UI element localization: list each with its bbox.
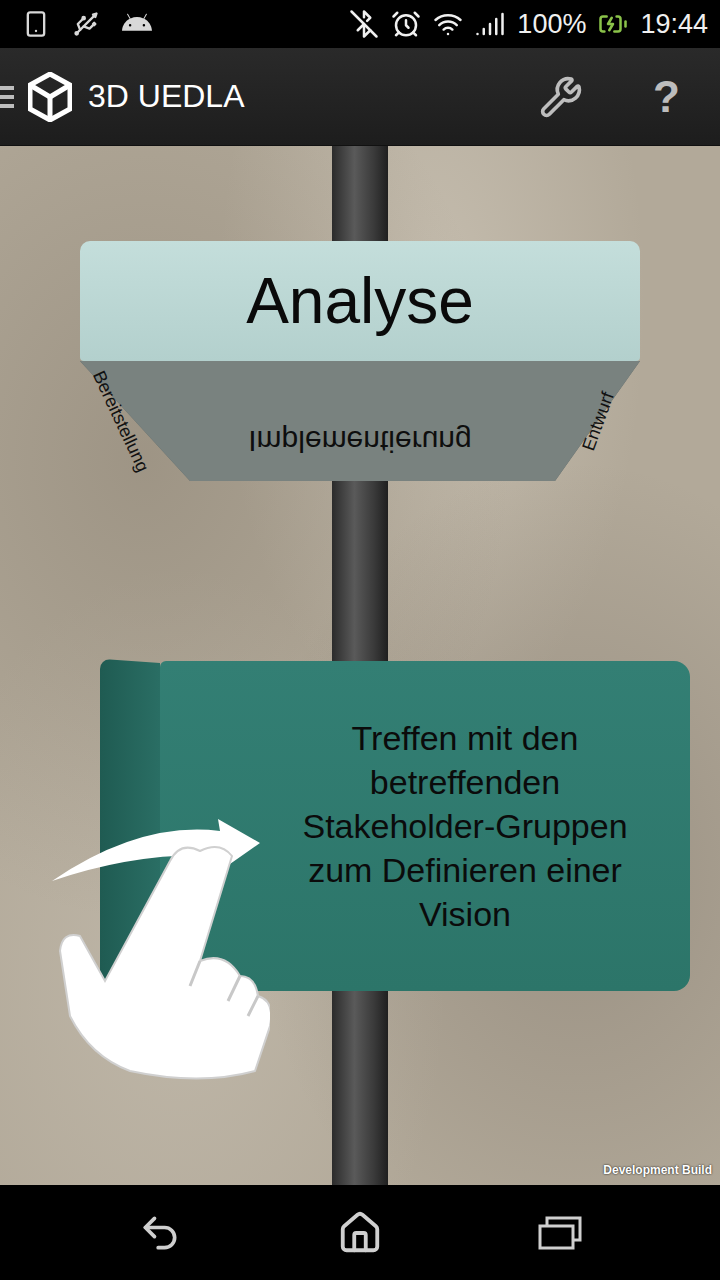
unity-logo-icon xyxy=(28,72,72,122)
task-label: Treffen mit den betreffenden Stakeholder… xyxy=(280,716,650,937)
clock: 19:44 xyxy=(640,9,708,40)
battery-level: 100% xyxy=(517,9,586,40)
phone-icon xyxy=(22,10,50,38)
phase-right-label: Entwurf xyxy=(579,389,620,454)
screen: 100% 19:44 3D UEDLA? Analyse Bereitstellung I… xyxy=(0,0,720,1280)
phase-sign-underside: Bereitstellung Implementierung Entwurf xyxy=(80,361,640,481)
menu-icon[interactable] xyxy=(0,86,14,108)
underside-shape-icon xyxy=(80,361,640,481)
recents-button[interactable] xyxy=(530,1203,590,1263)
task-sign-front: Treffen mit den betreffenden Stakeholder… xyxy=(160,661,690,991)
signal-icon xyxy=(475,9,505,39)
phase-sign[interactable]: Analyse Bereitstellung Implementierung Entw… xyxy=(80,241,640,481)
back-icon xyxy=(138,1211,182,1255)
status-bar: 100% 19:44 xyxy=(0,0,720,48)
wifi-icon xyxy=(433,9,463,39)
help-button[interactable]: ? xyxy=(653,75,680,119)
battery-icon xyxy=(598,9,628,39)
bluetooth-off-icon xyxy=(349,9,379,39)
phase-left-label: Bereitstellung xyxy=(88,367,153,475)
app-bar: 3D UEDLA? xyxy=(0,48,720,146)
back-button[interactable] xyxy=(130,1203,190,1263)
swipe-hint-icon xyxy=(50,801,270,1081)
usb-icon xyxy=(72,10,100,38)
phase-front-label: Analyse xyxy=(246,264,474,338)
navigation-bar xyxy=(0,1185,720,1280)
home-icon xyxy=(337,1210,383,1256)
alarm-icon xyxy=(391,9,421,39)
app-title: 3D UEDLA xyxy=(88,78,245,115)
home-button[interactable] xyxy=(330,1203,390,1263)
recents-icon xyxy=(537,1216,583,1250)
android-icon xyxy=(122,9,152,39)
settings-wrench-icon[interactable] xyxy=(539,75,583,119)
development-build-label: Development Build xyxy=(603,1163,712,1177)
phase-bottom-label: Implementierung xyxy=(248,424,471,458)
phase-sign-front: Analyse xyxy=(80,241,640,361)
scene-3d[interactable]: Analyse Bereitstellung Implementierung Entw… xyxy=(0,146,720,1185)
